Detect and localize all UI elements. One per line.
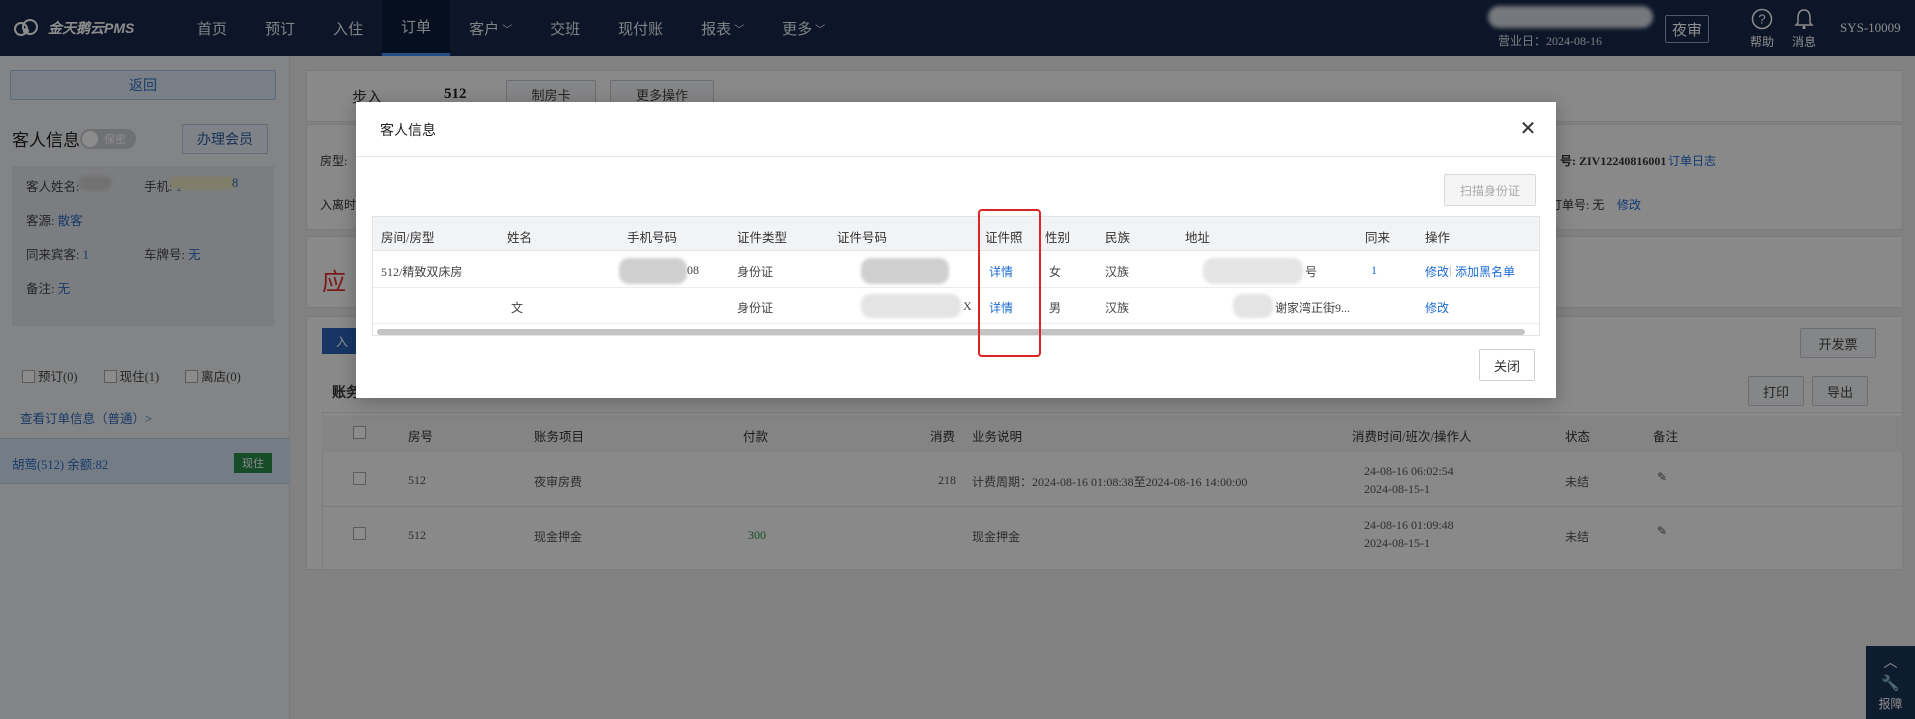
cell-ethnicity: 汉族 — [1105, 301, 1130, 315]
th-room-type: 房间/房型 — [381, 231, 435, 245]
redacted-address — [1233, 294, 1273, 318]
modal-title: 客人信息 — [380, 124, 436, 139]
close-button[interactable]: 关闭 — [1479, 349, 1535, 381]
companions-link[interactable]: 1 — [1371, 263, 1377, 278]
redacted-phone — [619, 258, 687, 284]
cell-ethnicity: 汉族 — [1105, 265, 1130, 279]
edit-guest-link[interactable]: 修改 — [1425, 263, 1449, 280]
th-address: 地址 — [1185, 231, 1211, 245]
th-ethnicity: 民族 — [1105, 231, 1131, 245]
id-photo-column-highlight — [978, 209, 1041, 357]
cell-gender: 女 — [1049, 265, 1062, 279]
th-gender: 性别 — [1045, 231, 1071, 245]
redacted-id-number — [861, 258, 949, 284]
th-actions: 操作 — [1425, 231, 1451, 245]
th-companions: 同来 — [1365, 231, 1391, 245]
cell-gender: 男 — [1049, 301, 1062, 315]
modal-divider — [356, 156, 1556, 157]
cell-address: 号 — [1305, 265, 1318, 279]
cell-phone: 08 — [687, 263, 699, 277]
cell-id-type: 身份证 — [737, 301, 774, 315]
redacted-id-number — [861, 294, 961, 318]
th-phone: 手机号码 — [627, 231, 678, 245]
th-id-type: 证件类型 — [737, 231, 788, 245]
cell-id-type: 身份证 — [737, 265, 774, 279]
add-blacklist-link[interactable]: 添加黑名单 — [1455, 263, 1515, 280]
guest-table-header: 房间/房型 姓名 手机号码 证件类型 证件号码 证件照 性别 民族 地址 同来 … — [373, 217, 1539, 251]
close-icon[interactable]: ✕ — [1516, 116, 1540, 140]
redacted-address — [1203, 258, 1303, 284]
scan-id-button[interactable]: 扫描身份证 — [1444, 174, 1536, 206]
table-row: 512/精致双床房 08 身份证 详情 女 汉族 号 1 修改 | 添加黑名单 — [373, 252, 1539, 288]
horizontal-scrollbar[interactable] — [377, 329, 1525, 335]
th-name: 姓名 — [507, 231, 533, 245]
guest-info-modal: 客人信息 ✕ 扫描身份证 房间/房型 姓名 手机号码 证件类型 证件号码 证件照… — [356, 102, 1556, 398]
action-separator: | — [1449, 263, 1452, 277]
table-row: 文 身份证 X 详情 男 汉族 谢家湾正街9... 修改 — [373, 288, 1539, 324]
edit-guest-link[interactable]: 修改 — [1425, 299, 1449, 316]
cell-room-type: 512/精致双床房 — [381, 265, 463, 279]
cell-id-number: X — [963, 299, 972, 313]
guest-table: 房间/房型 姓名 手机号码 证件类型 证件号码 证件照 性别 民族 地址 同来 … — [372, 216, 1540, 336]
cell-address: 谢家湾正街9... — [1275, 301, 1351, 315]
cell-name: 文 — [511, 301, 524, 315]
th-id-number: 证件号码 — [837, 231, 888, 245]
